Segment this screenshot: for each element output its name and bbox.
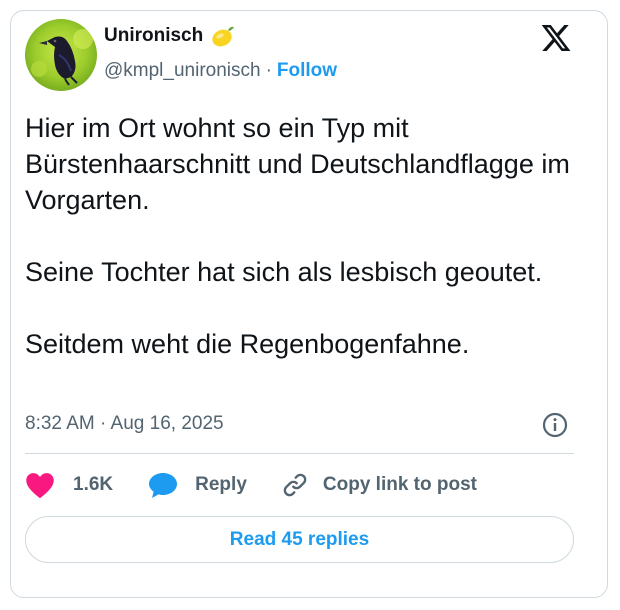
author-name-row: Unironisch bbox=[104, 24, 235, 48]
author-display-name[interactable]: Unironisch bbox=[104, 25, 203, 47]
lemon-icon bbox=[209, 24, 235, 48]
reply-bubble-icon bbox=[149, 471, 179, 499]
handle-row: @kmpl_unironisch · Follow bbox=[104, 60, 337, 82]
avatar[interactable] bbox=[25, 19, 97, 91]
action-bar: 1.6K Reply Copy link to post bbox=[25, 470, 477, 500]
like-button[interactable]: 1.6K bbox=[25, 471, 113, 499]
copy-link-button[interactable]: Copy link to post bbox=[281, 471, 477, 499]
like-count: 1.6K bbox=[73, 474, 114, 495]
heart-icon bbox=[25, 471, 55, 499]
tweet-paragraph: Hier im Ort wohnt so ein Typ mit Bürsten… bbox=[25, 113, 570, 215]
link-icon bbox=[281, 471, 309, 499]
tweet-paragraph: Seine Tochter hat sich als lesbisch geou… bbox=[25, 257, 543, 287]
x-logo-icon[interactable] bbox=[540, 22, 572, 54]
reply-label: Reply bbox=[195, 474, 247, 495]
author-handle[interactable]: @kmpl_unironisch bbox=[104, 60, 261, 82]
info-icon[interactable] bbox=[541, 411, 569, 439]
copy-link-label: Copy link to post bbox=[322, 474, 477, 495]
read-replies-button[interactable]: Read 45 replies bbox=[25, 516, 574, 563]
reply-button[interactable]: Reply bbox=[149, 471, 247, 499]
tweet-paragraph: Seitdem weht die Regenbogenfahne. bbox=[25, 329, 470, 359]
tweet-text: Hier im Ort wohnt so ein Typ mit Bürsten… bbox=[25, 110, 575, 362]
crow-avatar-image bbox=[25, 19, 97, 91]
separator-dot: · bbox=[265, 60, 272, 81]
divider bbox=[25, 453, 574, 454]
tweet-timestamp[interactable]: 8:32 AM · Aug 16, 2025 bbox=[25, 413, 224, 435]
follow-button[interactable]: Follow bbox=[277, 60, 337, 82]
